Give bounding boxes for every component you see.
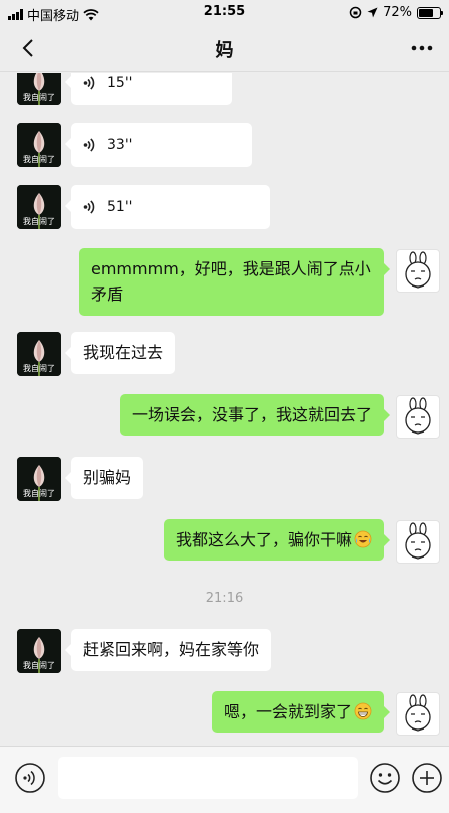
message-text: 我都这么大了，骗你干嘛: [175, 530, 352, 549]
rabbit-avatar-icon: [405, 522, 431, 560]
avatar-caption: 我自闹了: [23, 489, 55, 498]
voice-duration: 51'': [107, 199, 133, 215]
message-text: 嗯，一会就到家了: [223, 702, 352, 721]
voice-wave-icon: [83, 200, 95, 214]
voice-wave-icon: [83, 76, 95, 90]
my-text-message[interactable]: emmmmm，好吧，我是跟人闹了点小矛盾: [79, 248, 390, 316]
status-bar: 中国移动 21:55 72%: [0, 0, 449, 24]
message-text: 别骗妈: [83, 468, 132, 487]
avatar-caption: 我自闹了: [23, 155, 55, 164]
plus-icon: [412, 763, 442, 793]
more-functions-button[interactable]: [411, 762, 443, 794]
my-text-message[interactable]: 嗯，一会就到家了: [211, 691, 391, 733]
voice-duration: 15'': [107, 75, 133, 91]
rabbit-avatar-icon: [405, 694, 431, 732]
chat-area[interactable]: 我自闹了 15'' 我自闹了 33'' 我自闹了 51'' emmmmm，好吧，…: [0, 73, 449, 746]
mom-avatar[interactable]: 我自闹了: [17, 457, 61, 501]
mom-avatar[interactable]: 我自闹了: [17, 185, 61, 229]
more-dots-icon: [411, 45, 433, 51]
timestamp: 21:16: [205, 591, 244, 606]
voice-mode-icon: [15, 763, 45, 793]
emoji-button[interactable]: [369, 762, 401, 794]
my-text-message[interactable]: 我都这么大了，骗你干嘛: [163, 519, 391, 561]
rabbit-avatar-icon: [405, 397, 431, 435]
rotation-lock-icon: [349, 6, 362, 19]
avatar-caption: 我自闹了: [23, 661, 55, 670]
laughing-crying-emoji: [354, 530, 372, 548]
voice-wave-icon: [83, 138, 95, 152]
avatar-caption: 我自闹了: [23, 217, 55, 226]
my-text-message[interactable]: 一场误会，没事了，我这就回去了: [119, 394, 391, 436]
avatar-caption: 我自闹了: [23, 93, 55, 102]
input-bar: [0, 746, 449, 813]
voice-message[interactable]: 15'': [65, 73, 232, 105]
mom-avatar[interactable]: 我自闹了: [17, 332, 61, 376]
nav-bar: 妈: [0, 24, 449, 72]
voice-message[interactable]: 51'': [65, 185, 270, 229]
more-button[interactable]: [407, 34, 437, 62]
status-right: 72%: [349, 5, 443, 20]
message-text: 我现在过去: [83, 343, 164, 362]
message-input[interactable]: [58, 757, 358, 799]
message-text: 一场误会，没事了，我这就回去了: [131, 405, 372, 424]
mom-avatar[interactable]: 我自闹了: [17, 73, 61, 105]
mom-text-message[interactable]: 赶紧回来啊，妈在家等你: [64, 629, 272, 671]
voice-duration: 33'': [107, 137, 133, 153]
mom-avatar[interactable]: 我自闹了: [17, 123, 61, 167]
my-avatar[interactable]: [396, 520, 440, 564]
mom-text-message[interactable]: 我现在过去: [64, 332, 176, 374]
chat-title: 妈: [215, 40, 234, 61]
mom-avatar[interactable]: 我自闹了: [17, 629, 61, 673]
message-text: emmmmm，好吧，我是跟人闹了点小矛盾: [91, 259, 371, 304]
back-button[interactable]: [14, 34, 42, 62]
avatar-caption: 我自闹了: [23, 364, 55, 373]
location-icon: [367, 7, 378, 18]
my-avatar[interactable]: [396, 395, 440, 439]
chevron-left-icon: [22, 39, 33, 57]
voice-input-button[interactable]: [14, 762, 46, 794]
battery-icon: [417, 6, 443, 19]
grinning-emoji: [354, 702, 372, 720]
message-text: 赶紧回来啊，妈在家等你: [83, 640, 260, 659]
voice-message[interactable]: 33'': [65, 123, 252, 167]
smiley-icon: [370, 763, 400, 793]
battery-percent: 72%: [383, 5, 412, 20]
my-avatar[interactable]: [396, 249, 440, 293]
mom-text-message[interactable]: 别骗妈: [64, 457, 144, 499]
my-avatar[interactable]: [396, 692, 440, 736]
rabbit-avatar-icon: [405, 251, 431, 289]
